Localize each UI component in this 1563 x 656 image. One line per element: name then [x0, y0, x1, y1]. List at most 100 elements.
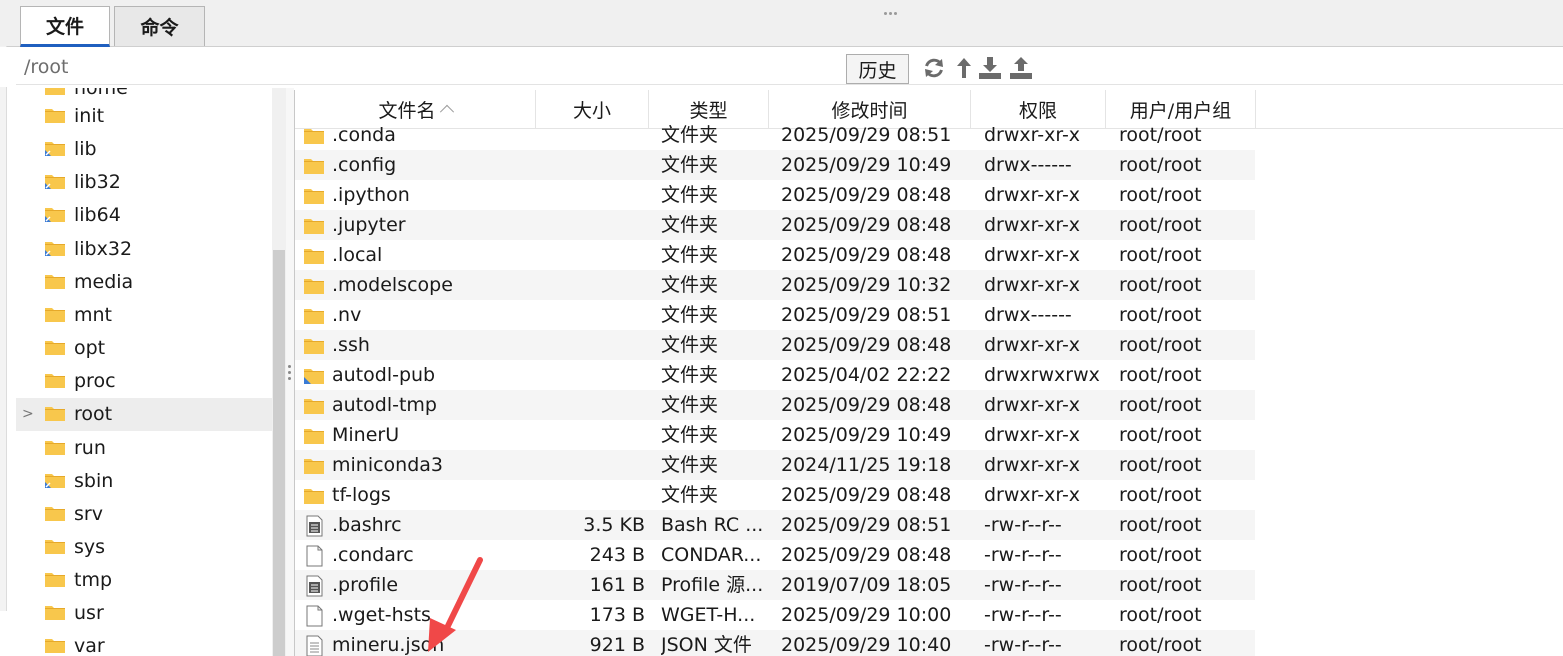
folder-icon: [304, 249, 324, 264]
tree-item-usr[interactable]: usr: [16, 597, 272, 630]
file-row[interactable]: tf-logs 文件夹 2025/09/29 08:48 drwxr-xr-x root…: [295, 480, 1255, 510]
file-name: miniconda3: [332, 454, 444, 476]
left-edge-scrollbar: [0, 46, 7, 611]
blank-file-icon: [306, 545, 323, 567]
tree-item-srv[interactable]: srv: [16, 498, 272, 531]
file-owner: root/root: [1119, 304, 1202, 326]
blank-file-icon: [306, 605, 323, 627]
tree-item-label: libx32: [74, 237, 133, 260]
config-file-icon: [306, 515, 323, 537]
tree-scrollbar-thumb[interactable]: [273, 250, 285, 656]
file-owner: root/root: [1119, 634, 1202, 656]
folder-icon: [304, 399, 324, 414]
file-row[interactable]: .local 文件夹 2025/09/29 08:48 drwxr-xr-x root/…: [295, 240, 1255, 270]
file-row[interactable]: autodl-pub 文件夹 2025/04/02 22:22 drwxrwxrwx r…: [295, 360, 1255, 390]
file-row[interactable]: .modelscope 文件夹 2025/09/29 10:32 drwxr-xr-x…: [295, 270, 1255, 300]
file-name: autodl-pub: [332, 364, 436, 386]
folder-icon: [304, 489, 324, 504]
file-permissions: drwxr-xr-x: [984, 274, 1081, 296]
splitter-grip[interactable]: [287, 365, 293, 387]
file-size: [535, 300, 645, 330]
tree-item-lib[interactable]: lib: [16, 133, 272, 166]
tree-item-mnt[interactable]: mnt: [16, 299, 272, 332]
tab-commands[interactable]: 命令: [114, 6, 205, 46]
file-owner: root/root: [1119, 334, 1202, 356]
refresh-icon[interactable]: [922, 56, 946, 80]
tree-item-label: root: [74, 403, 113, 426]
file-size: [535, 330, 645, 360]
tree-item-lib64[interactable]: lib64: [16, 199, 272, 232]
go-up-icon[interactable]: [952, 56, 976, 80]
file-owner: root/root: [1119, 274, 1202, 296]
tree-item-label: opt: [74, 337, 106, 360]
file-permissions: -rw-r--r--: [984, 574, 1062, 596]
tree-item-root[interactable]: > root: [16, 398, 272, 432]
file-type: 文件夹: [661, 274, 719, 296]
folder-icon: [304, 339, 324, 354]
column-name-label: 文件名: [378, 99, 436, 122]
file-type: 文件夹: [661, 214, 719, 236]
tab-files[interactable]: 文件: [20, 6, 110, 47]
folder-icon: [304, 279, 324, 294]
folder-icon: [304, 159, 324, 174]
file-name: .modelscope: [332, 274, 453, 296]
file-row[interactable]: MinerU 文件夹 2025/09/29 10:49 drwxr-xr-x root/…: [295, 420, 1255, 450]
file-type: 文件夹: [661, 304, 719, 326]
folder-link-icon: [45, 175, 65, 190]
file-type: 文件夹: [661, 394, 719, 416]
file-owner: root/root: [1119, 514, 1202, 536]
tree-item-sys[interactable]: sys: [16, 531, 272, 564]
tree-item-opt[interactable]: opt: [16, 332, 272, 365]
file-row[interactable]: .conda 文件夹 2025/09/29 08:51 drwxr-xr-x root/…: [295, 120, 1255, 150]
file-permissions: drwxr-xr-x: [984, 394, 1081, 416]
folder-link-icon: [304, 369, 324, 384]
file-type: 文件夹: [661, 364, 719, 386]
file-type: Profile 源...: [661, 574, 764, 596]
file-name: .ipython: [332, 184, 410, 206]
history-button[interactable]: 历史: [846, 54, 909, 84]
file-name: .bashrc: [332, 514, 402, 536]
file-row[interactable]: .bashrc 3.5 KB Bash RC ... 2025/09/29 08:51…: [295, 510, 1255, 540]
file-name: MinerU: [332, 424, 400, 446]
file-name: .nv: [332, 304, 362, 326]
file-name: .local: [332, 244, 383, 266]
tree-item-label: media: [74, 270, 134, 293]
file-row[interactable]: .ssh 文件夹 2025/09/29 08:48 drwxr-xr-x root/ro…: [295, 330, 1255, 360]
tree-item-proc[interactable]: proc: [16, 365, 272, 398]
tree-item-init[interactable]: init: [16, 100, 272, 133]
file-type: Bash RC ...: [661, 514, 764, 536]
file-size: [535, 240, 645, 270]
file-row[interactable]: .nv 文件夹 2025/09/29 08:51 drwx------ root/roo…: [295, 300, 1255, 330]
file-owner: root/root: [1119, 394, 1202, 416]
sort-ascending-icon: [439, 104, 454, 119]
file-row[interactable]: .jupyter 文件夹 2025/09/29 08:48 drwxr-xr-x roo…: [295, 210, 1255, 240]
folder-icon: [45, 341, 65, 356]
file-row[interactable]: .config 文件夹 2025/09/29 10:49 drwx------ root…: [295, 150, 1255, 180]
tree-item-label: mnt: [74, 303, 112, 326]
file-row[interactable]: .ipython 文件夹 2025/09/29 08:48 drwxr-xr-x roo…: [295, 180, 1255, 210]
file-row[interactable]: autodl-tmp 文件夹 2025/09/29 08:48 drwxr-xr-x r…: [295, 390, 1255, 420]
tree-item-run[interactable]: run: [16, 432, 272, 465]
path-input[interactable]: /root: [24, 56, 69, 78]
file-type: 文件夹: [661, 154, 719, 176]
file-row[interactable]: miniconda3 文件夹 2024/11/25 19:18 drwxr-xr-x r…: [295, 450, 1255, 480]
download-icon[interactable]: [978, 56, 1002, 80]
file-owner: root/root: [1119, 214, 1202, 236]
tree-item-sbin[interactable]: sbin: [16, 465, 272, 498]
tree-item-label: sys: [74, 535, 106, 558]
tree-item-lib32[interactable]: lib32: [16, 166, 272, 199]
drag-grip[interactable]: [884, 0, 904, 15]
upload-icon[interactable]: [1009, 56, 1033, 80]
file-size: 921 B: [589, 634, 645, 656]
tree-item-var[interactable]: var: [16, 630, 272, 656]
file-type: 文件夹: [661, 334, 719, 356]
path-bar: [0, 47, 1563, 87]
chevron-right-icon[interactable]: >: [22, 406, 34, 422]
file-modified: 2025/09/29 10:40: [781, 634, 952, 656]
file-owner: root/root: [1119, 574, 1202, 596]
file-size: 243 B: [589, 544, 645, 566]
tree-item-media[interactable]: media: [16, 266, 272, 299]
tree-item-tmp[interactable]: tmp: [16, 564, 272, 597]
tree-item-libx32[interactable]: libx32: [16, 233, 272, 266]
file-modified: 2025/09/29 10:00: [781, 604, 952, 626]
